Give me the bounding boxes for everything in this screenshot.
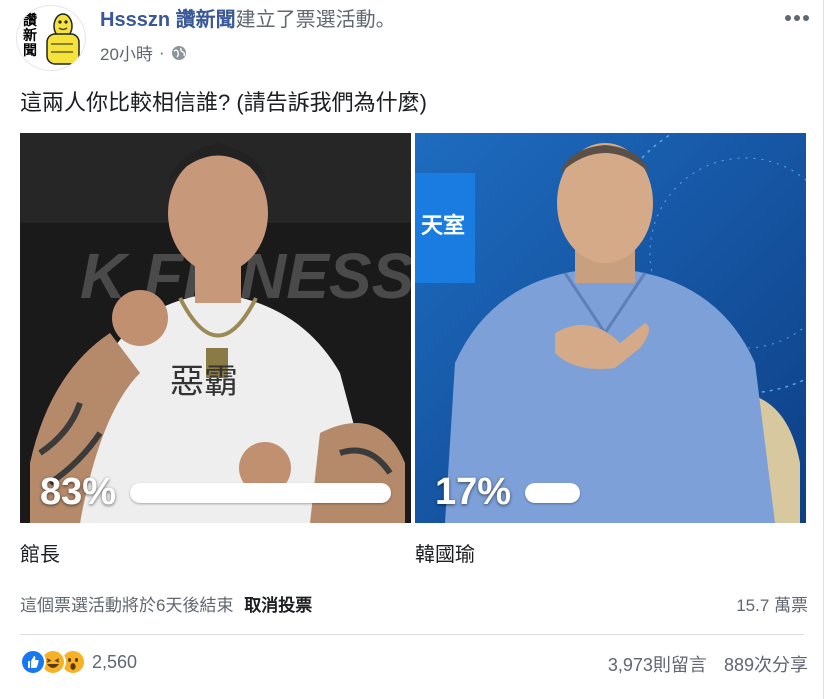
engagement-stats: 3,973則留言 889次分享 — [596, 651, 808, 677]
post-timestamp[interactable]: 20小時 — [100, 40, 153, 65]
option-1-label: 館長 — [20, 544, 60, 566]
like-reaction-icon — [20, 649, 46, 675]
poll-end-text: 這個票選活動將於6天後結束 — [20, 596, 234, 615]
post-meta: 20小時 · — [100, 40, 187, 65]
page-name-link[interactable]: Hssszn 讚新聞 — [100, 9, 236, 31]
option-1-photo: K FITNESS 惡霸 — [20, 133, 411, 523]
page-avatar[interactable]: 讚新聞 — [16, 5, 86, 71]
divider — [20, 634, 804, 635]
poll-status: 這個票選活動將於6天後結束 取消投票 — [20, 591, 312, 616]
cancel-vote-button[interactable]: 取消投票 — [244, 596, 312, 615]
option-1-shirt-text: 惡霸 — [170, 362, 238, 402]
total-votes[interactable]: 15.7 萬票 — [736, 591, 808, 616]
post-header: Hssszn 讚新聞建立了票選活動。 — [100, 6, 396, 34]
thumbs-up-mascot-icon — [46, 13, 80, 65]
shares-count-link[interactable]: 889次分享 — [724, 655, 808, 675]
post-action-text: 建立了票選活動。 — [235, 9, 396, 31]
poll-option-1[interactable]: K FITNESS 惡霸 83% — [20, 133, 411, 523]
option-2-label: 韓國瑜 — [415, 544, 475, 566]
option-1-result-bar — [130, 483, 391, 503]
poll-post-card: 讚新聞 Hssszn 讚新聞建立了票選活動。 20小時 · 這兩人你比較相信誰?… — [0, 0, 830, 699]
option-1-percent: 83% — [40, 471, 117, 513]
option-2-result-bar — [525, 483, 580, 503]
meta-separator: · — [158, 42, 165, 62]
reaction-count: 2,560 — [92, 651, 138, 672]
more-horizontal-icon — [785, 15, 809, 21]
comments-count-link[interactable]: 3,973則留言 — [608, 655, 707, 675]
option-2-percent: 17% — [435, 471, 512, 513]
more-options-button[interactable] — [784, 2, 810, 28]
globe-icon — [171, 45, 186, 60]
poll-option-2[interactable]: 天室 17% — [415, 133, 806, 523]
reactions-summary[interactable]: 2,560 — [20, 649, 137, 675]
option-2-photo: 天室 — [415, 133, 806, 523]
poll-question: 這兩人你比較相信誰? (請告訴我們為什麼) — [20, 90, 428, 115]
option-2-logo-text: 天室 — [421, 213, 465, 239]
